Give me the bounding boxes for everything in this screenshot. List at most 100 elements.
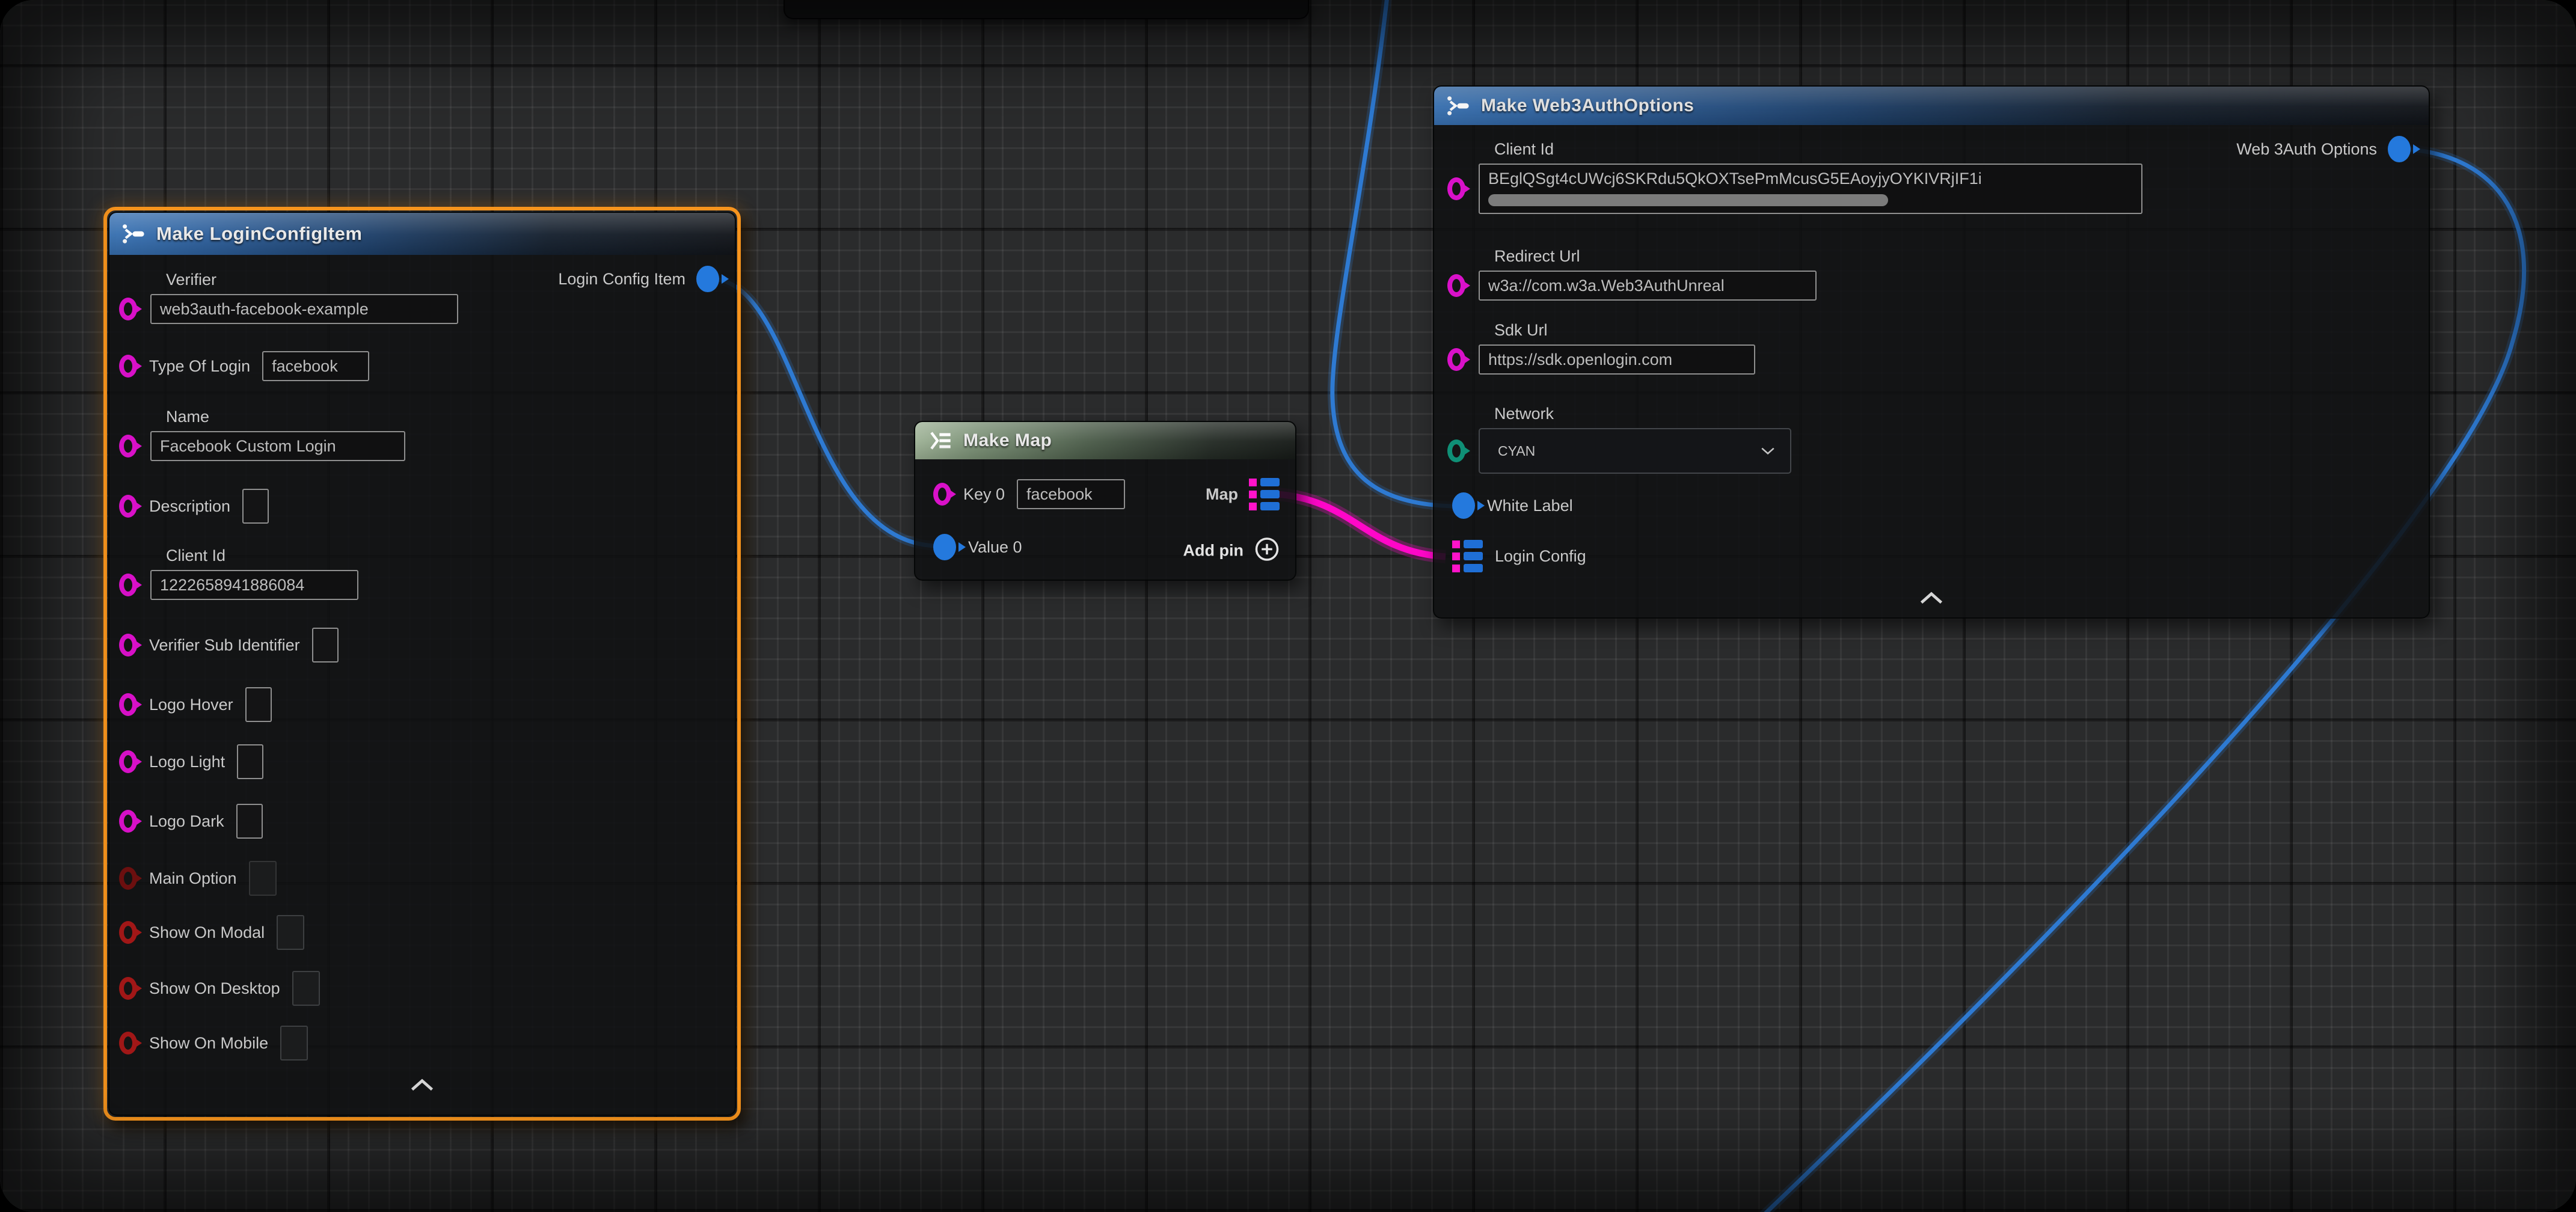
field-label: Logo Dark: [149, 812, 224, 831]
field-label: Logo Hover: [149, 696, 233, 714]
pin-login-config[interactable]: [1452, 540, 1483, 572]
field-redirect-url: Redirect Url w3a://com.w3a.Web3AuthUnrea…: [1447, 247, 1817, 301]
output-label: Map: [1206, 485, 1238, 504]
node-make-map[interactable]: Make Map Key 0 facebook Map Value 0 Add …: [914, 421, 1296, 581]
field-label: Login Config: [1495, 547, 1586, 566]
pin-show-on-modal[interactable]: [119, 921, 137, 944]
node-title: Make Web3AuthOptions: [1481, 96, 1694, 116]
make-struct-icon: [121, 221, 147, 246]
output-pin-login-config-item[interactable]: [696, 266, 719, 292]
add-pin-button[interactable]: [1254, 537, 1280, 565]
output-pin-web3auth-options[interactable]: [2388, 136, 2411, 162]
logo-hover-input[interactable]: [245, 687, 272, 722]
pin-verifier-sub-identifier[interactable]: [119, 634, 137, 656]
field-label: Verifier: [166, 271, 458, 289]
field-type-of-login: Type Of Login facebook: [119, 351, 369, 381]
node-make-web3authoptions[interactable]: Make Web3AuthOptions Web 3Auth Options C…: [1433, 85, 2430, 619]
key0-input[interactable]: facebook: [1017, 479, 1125, 509]
field-label: Redirect Url: [1494, 247, 1817, 266]
pin-key0[interactable]: [933, 483, 951, 506]
logo-light-input[interactable]: [237, 744, 263, 779]
pin-value0[interactable]: [933, 534, 956, 560]
network-dropdown[interactable]: CYAN: [1479, 428, 1791, 474]
field-label: Client Id: [1494, 140, 2142, 159]
pin-redirect-url[interactable]: [1447, 274, 1465, 297]
wire-glow: [713, 279, 936, 546]
field-label: Type Of Login: [149, 357, 250, 376]
main-option-checkbox[interactable]: [249, 861, 277, 896]
pin-logo-light[interactable]: [119, 750, 137, 773]
add-pin-row: Add pin: [1183, 537, 1280, 565]
wire-loginconfigitem-to-value0[interactable]: [713, 279, 936, 546]
make-map-icon: [927, 429, 954, 453]
field-sdk-url: Sdk Url https://sdk.openlogin.com: [1447, 321, 1755, 375]
output-row-login-config-item: Login Config Item: [558, 266, 719, 292]
description-input[interactable]: [242, 489, 269, 524]
pin-show-on-mobile[interactable]: [119, 1032, 137, 1054]
pin-type-of-login[interactable]: [119, 355, 137, 378]
field-label: White Label: [1487, 497, 1573, 515]
field-show-on-modal: Show On Modal: [119, 915, 304, 950]
partial-node-top[interactable]: [784, 0, 1309, 19]
redirect-url-input[interactable]: w3a://com.w3a.Web3AuthUnreal: [1479, 271, 1817, 301]
field-logo-dark: Logo Dark: [119, 804, 263, 839]
field-label: Logo Light: [149, 753, 225, 771]
node-title: Make LoginConfigItem: [156, 223, 362, 245]
field-network: Network CYAN: [1447, 405, 1791, 474]
logo-dark-input[interactable]: [236, 804, 263, 839]
field-label: Name: [166, 408, 405, 426]
node-header-make-web3authoptions[interactable]: Make Web3AuthOptions: [1434, 87, 2429, 125]
field-verifier: Verifier web3auth-facebook-example: [119, 271, 458, 324]
show-on-mobile-checkbox[interactable]: [280, 1026, 308, 1060]
node-header-make-loginconfigitem[interactable]: Make LoginConfigItem: [109, 213, 735, 255]
sdk-url-input[interactable]: https://sdk.openlogin.com: [1479, 344, 1755, 375]
field-logo-light: Logo Light: [119, 744, 263, 779]
client-id-scrollbar[interactable]: [1488, 194, 1888, 206]
chevron-down-icon: [1760, 446, 1776, 456]
output-pin-map[interactable]: [1249, 478, 1280, 510]
pin-verifier[interactable]: [119, 298, 137, 320]
verifier-input[interactable]: web3auth-facebook-example: [150, 294, 458, 324]
field-label: Show On Desktop: [149, 979, 280, 998]
field-white-label: White Label: [1452, 492, 1573, 519]
field-label: Sdk Url: [1494, 321, 1755, 340]
pin-logo-hover[interactable]: [119, 693, 137, 716]
field-label: Show On Mobile: [149, 1034, 268, 1053]
field-label: Description: [149, 497, 230, 516]
field-label: Key 0: [963, 485, 1005, 504]
client-id-text: BEglQSgt4cUWcj6SKRdu5QkOXTsePmMcusG5EAoy…: [1488, 170, 2133, 188]
field-key0: Key 0 facebook: [933, 479, 1125, 509]
pin-client-id[interactable]: [119, 574, 137, 596]
field-logo-hover: Logo Hover: [119, 687, 272, 722]
collapse-chevron[interactable]: [409, 1079, 435, 1095]
network-selected-value: CYAN: [1498, 443, 1535, 459]
pin-logo-dark[interactable]: [119, 810, 137, 833]
verifier-sub-identifier-input[interactable]: [312, 628, 339, 663]
pin-white-label[interactable]: [1452, 492, 1475, 519]
node-make-loginconfigitem[interactable]: Make LoginConfigItem Login Config Item V…: [108, 212, 736, 1116]
pin-show-on-desktop[interactable]: [119, 977, 137, 1000]
show-on-modal-checkbox[interactable]: [277, 915, 304, 950]
field-label: Value 0: [968, 538, 1022, 557]
name-input[interactable]: Facebook Custom Login: [150, 431, 405, 461]
collapse-chevron[interactable]: [1918, 592, 1945, 608]
pin-name[interactable]: [119, 435, 137, 458]
client-id-input[interactable]: 1222658941886084: [150, 570, 358, 600]
field-label: Network: [1494, 405, 1791, 423]
pin-network[interactable]: [1447, 439, 1465, 462]
pin-sdk-url[interactable]: [1447, 348, 1465, 371]
field-label: Client Id: [166, 546, 358, 565]
field-show-on-mobile: Show On Mobile: [119, 1026, 308, 1060]
node-header-make-map[interactable]: Make Map: [915, 422, 1295, 459]
pin-description[interactable]: [119, 495, 137, 518]
show-on-desktop-checkbox[interactable]: [292, 971, 320, 1006]
output-label: Login Config Item: [558, 270, 685, 289]
make-struct-icon: [1446, 93, 1471, 118]
pin-main-option[interactable]: [119, 867, 137, 890]
output-row-map: Map: [1206, 478, 1280, 510]
field-name: Name Facebook Custom Login: [119, 408, 405, 461]
pin-client-id[interactable]: [1447, 177, 1465, 200]
client-id-input[interactable]: BEglQSgt4cUWcj6SKRdu5QkOXTsePmMcusG5EAoy…: [1479, 164, 2142, 214]
field-client-id: Client Id BEglQSgt4cUWcj6SKRdu5QkOXTsePm…: [1447, 140, 2142, 214]
type-of-login-input[interactable]: facebook: [262, 351, 369, 381]
